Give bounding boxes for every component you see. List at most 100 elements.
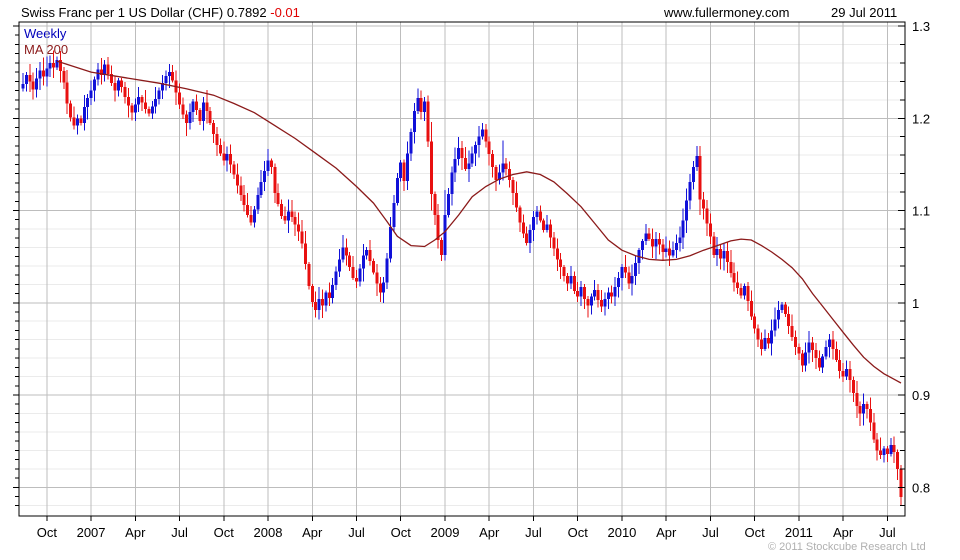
candle-body <box>756 328 760 340</box>
candle-body <box>395 178 399 204</box>
candle-body <box>586 299 590 306</box>
candle-body <box>698 156 702 200</box>
candle-body <box>538 211 542 221</box>
candle-body <box>181 104 185 115</box>
candle-body <box>222 153 226 161</box>
candle-body <box>293 216 297 225</box>
candle-body <box>606 292 610 300</box>
candle-body <box>242 194 246 205</box>
candle-body <box>147 109 151 114</box>
candle-body <box>875 439 879 451</box>
candle-body <box>759 339 763 349</box>
candle-body <box>817 358 821 368</box>
candle-body <box>889 444 893 455</box>
candle-body <box>215 133 219 146</box>
candle-body <box>45 68 49 77</box>
x-axis-label: 2011 <box>785 525 813 540</box>
candle-body <box>610 292 614 297</box>
candle-body <box>736 282 740 288</box>
candle-body <box>443 215 447 255</box>
candle-body <box>201 102 205 122</box>
candle-body <box>246 204 250 216</box>
candle-body <box>542 220 546 230</box>
candle-body <box>453 158 457 173</box>
candle-body <box>361 255 365 269</box>
candle-body <box>569 275 573 284</box>
candle-body <box>41 70 45 77</box>
candle-body <box>225 154 229 161</box>
candle-body <box>184 114 188 123</box>
candle-body <box>627 272 631 284</box>
candle-body <box>198 109 202 122</box>
candle-body <box>739 287 743 296</box>
candle-body <box>351 266 355 278</box>
candle-body <box>167 72 171 76</box>
candle-body <box>640 240 644 251</box>
x-axis-label: Apr <box>479 525 500 540</box>
candle-body <box>130 105 134 113</box>
candle-body <box>178 92 182 105</box>
candle-body <box>440 240 444 255</box>
x-axis-label: Oct <box>568 525 589 540</box>
candle-body <box>235 174 239 186</box>
candle-body <box>358 268 362 282</box>
candle-body <box>252 209 256 223</box>
candle-body <box>729 262 733 274</box>
candle-body <box>630 275 634 284</box>
candle-body <box>657 239 661 245</box>
candle-body <box>164 75 168 84</box>
candle-body <box>52 62 56 68</box>
candle-body <box>511 180 515 193</box>
candle-body <box>212 122 216 134</box>
candle-body <box>885 448 889 455</box>
candle-body <box>263 170 267 182</box>
candle-body <box>269 160 273 168</box>
candle-body <box>96 69 100 80</box>
candle-body <box>596 289 600 300</box>
candle-body <box>89 90 93 98</box>
candle-body <box>654 239 658 247</box>
candle-body <box>708 223 712 237</box>
candle-body <box>375 272 379 284</box>
candle-body <box>780 304 784 311</box>
x-axis-label: Apr <box>125 525 146 540</box>
candle-body <box>433 193 437 216</box>
candle-body <box>191 101 195 112</box>
candle-body <box>494 167 498 181</box>
candle-body <box>137 97 141 105</box>
candle-body <box>48 62 52 69</box>
candle-body <box>603 299 607 307</box>
candle-body <box>286 211 290 221</box>
candle-body <box>702 199 706 209</box>
major-gridlines <box>19 22 905 516</box>
candle-body <box>892 444 896 453</box>
candle-body <box>668 248 672 256</box>
candle-body <box>171 72 175 81</box>
candle-body <box>858 406 862 414</box>
candle-body <box>116 80 120 91</box>
candle-body <box>797 347 801 354</box>
candle-body <box>123 86 127 98</box>
candle-body <box>487 141 491 155</box>
candle-body <box>409 132 413 154</box>
candle-body <box>807 342 811 353</box>
candle-body <box>634 263 638 276</box>
candle-body <box>746 286 750 301</box>
candle-body <box>348 255 352 267</box>
x-axis-label: 2009 <box>431 525 460 540</box>
candle-body <box>259 181 263 195</box>
candle-body <box>508 168 512 181</box>
candle-body <box>583 287 587 300</box>
y-axis-labels: 1.3 1.2 1.1 1 0.9 0.8 <box>912 19 930 495</box>
candle-body <box>290 211 294 217</box>
candle-body <box>249 215 253 223</box>
candle-body <box>674 242 678 251</box>
candle-body <box>719 249 723 259</box>
candle-body <box>92 79 96 91</box>
candle-body <box>661 244 665 253</box>
candle-body <box>664 248 668 253</box>
candle-body <box>86 97 90 108</box>
candle-body <box>337 259 341 272</box>
candle-body <box>623 266 627 273</box>
candle-body <box>365 250 369 256</box>
